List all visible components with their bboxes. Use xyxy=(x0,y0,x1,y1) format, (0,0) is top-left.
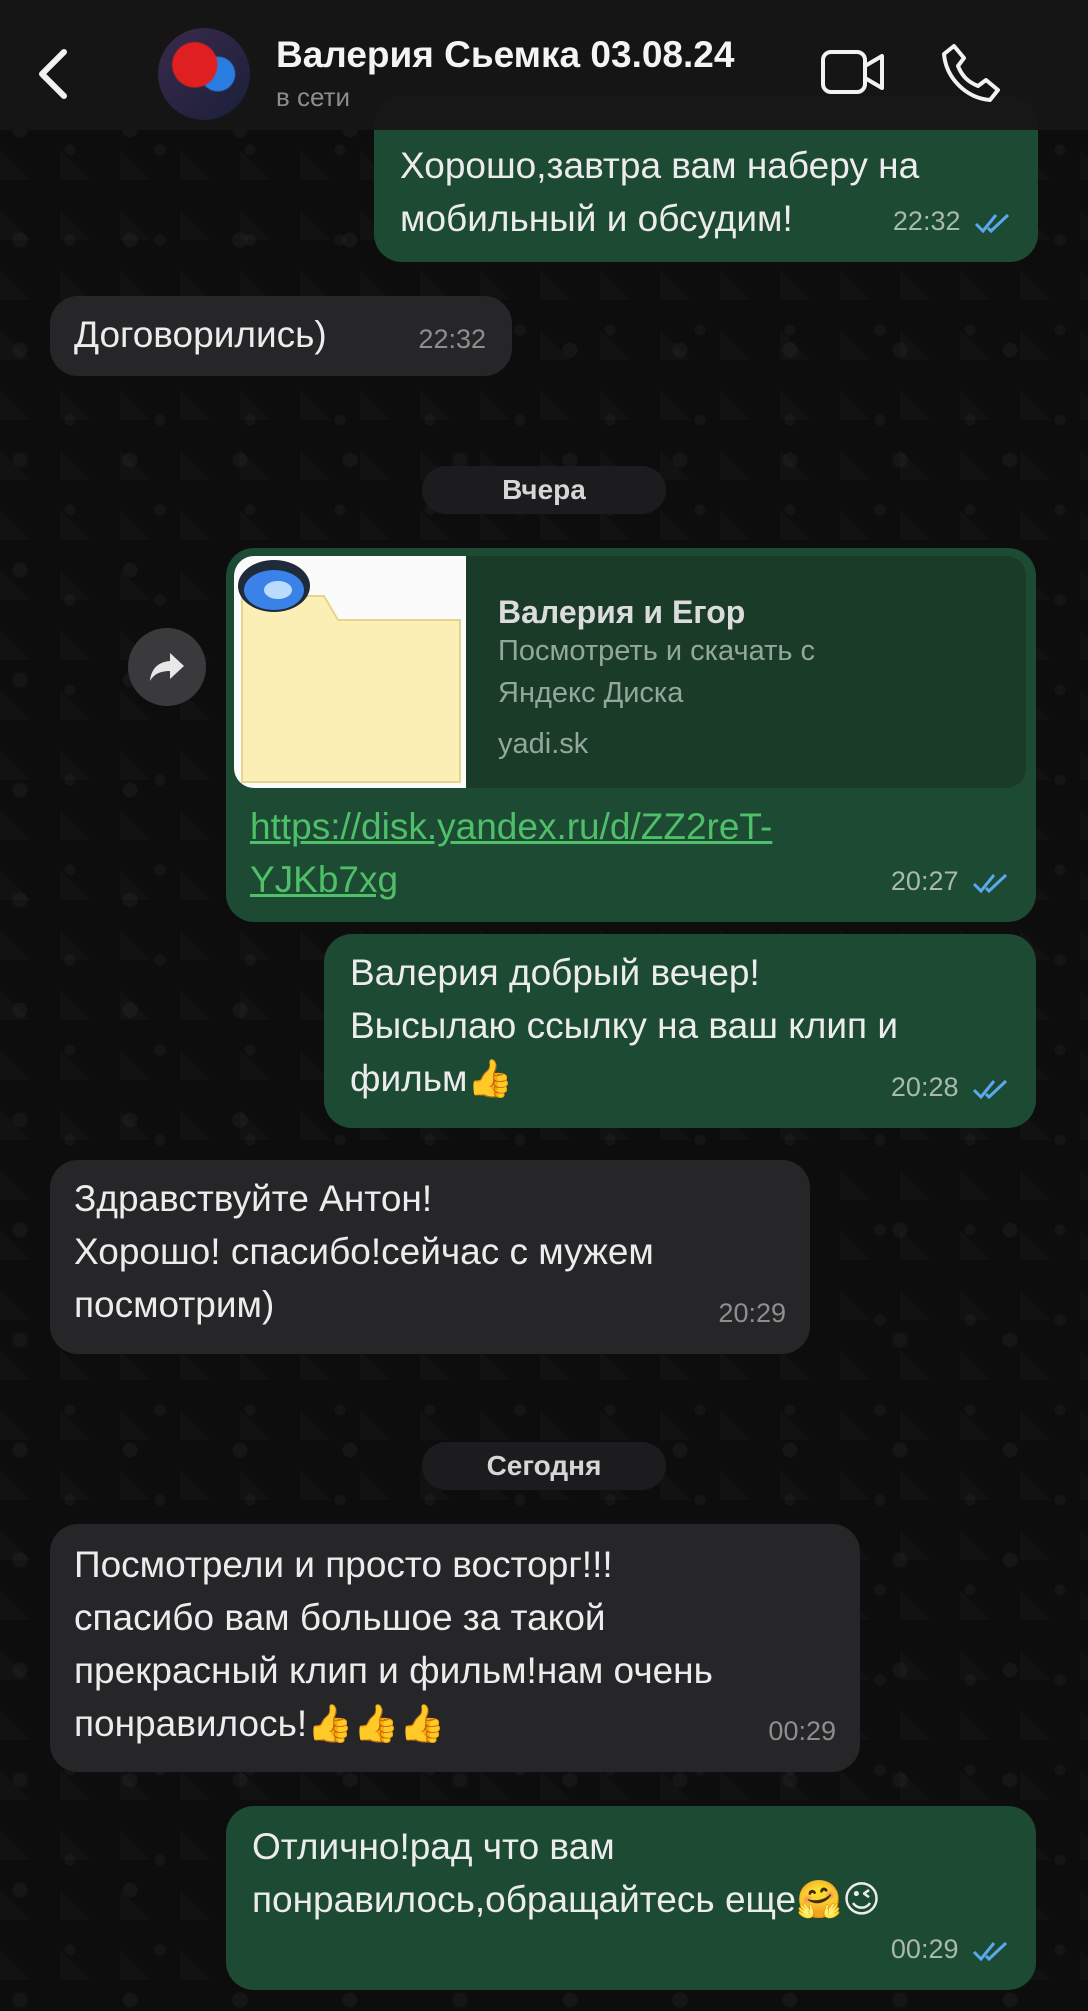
double-check-icon xyxy=(974,213,1010,234)
message-time: 20:27 xyxy=(891,855,1012,908)
back-button[interactable] xyxy=(36,44,76,104)
chat-header: Валерия Сьемка 03.08.24 в сети xyxy=(0,0,1088,130)
phone-icon xyxy=(942,44,1000,102)
date-separator: Сегодня xyxy=(422,1442,666,1490)
link-preview-card[interactable]: Валерия и Егор Посмотреть и скачать с Ян… xyxy=(234,556,1026,788)
message-text: Договорились) xyxy=(74,314,327,355)
double-check-icon xyxy=(972,1941,1008,1962)
message-text: Посмотрели и просто восторг!!! спасибо в… xyxy=(74,1544,713,1744)
forward-button[interactable] xyxy=(128,628,206,706)
message-text: Здравствуйте Антон! Хорошо! спасибо!сейч… xyxy=(74,1178,654,1325)
contact-status: в сети xyxy=(276,82,351,112)
message-time: 20:29 xyxy=(718,1298,786,1328)
message-bubble-incoming[interactable]: Посмотрели и просто восторг!!! спасибо в… xyxy=(50,1524,860,1772)
video-camera-icon xyxy=(821,50,884,94)
message-bubble-outgoing[interactable]: Валерия добрый вечер! Высылаю ссылку на … xyxy=(324,934,1036,1128)
link-card-domain: yadi.sk xyxy=(498,728,589,760)
message-link[interactable]: https://disk.yandex.ru/d/ZZ2reT- YJKb7xg xyxy=(250,800,950,906)
message-time: 00:29 xyxy=(891,1923,1012,1976)
message-bubble-incoming[interactable]: Договорились) 22:32 xyxy=(50,296,512,376)
message-bubble-link[interactable]: Валерия и Егор Посмотреть и скачать с Ян… xyxy=(226,548,1036,922)
contact-name[interactable]: Валерия Сьемка 03.08.24 xyxy=(276,34,734,76)
double-check-icon xyxy=(972,1079,1008,1100)
message-time: 22:32 xyxy=(418,324,486,354)
message-time: 00:29 xyxy=(768,1716,836,1746)
message-bubble-incoming[interactable]: Здравствуйте Антон! Хорошо! спасибо!сейч… xyxy=(50,1160,810,1354)
date-separator: Вчера xyxy=(422,466,666,514)
folder-thumbnail xyxy=(234,556,466,788)
message-bubble-outgoing[interactable]: Отлично!рад что вам понравилось,обращайт… xyxy=(226,1806,1036,1990)
message-text: Валерия добрый вечер! Высылаю ссылку на … xyxy=(350,952,899,1099)
message-time: 20:28 xyxy=(891,1061,1012,1114)
forward-arrow-icon xyxy=(150,653,184,681)
video-call-button[interactable] xyxy=(820,44,886,100)
message-text: Отлично!рад что вам понравилось,обращайт… xyxy=(252,1826,881,1920)
voice-call-button[interactable] xyxy=(940,42,1000,104)
chevron-left-icon xyxy=(39,49,67,99)
double-check-icon xyxy=(972,873,1008,894)
avatar[interactable] xyxy=(158,28,250,120)
link-card-description: Посмотреть и скачать с Яндекс Диска xyxy=(498,635,816,709)
yandex-disk-folder-icon xyxy=(238,560,461,783)
message-time: 22:32 xyxy=(893,195,1014,248)
